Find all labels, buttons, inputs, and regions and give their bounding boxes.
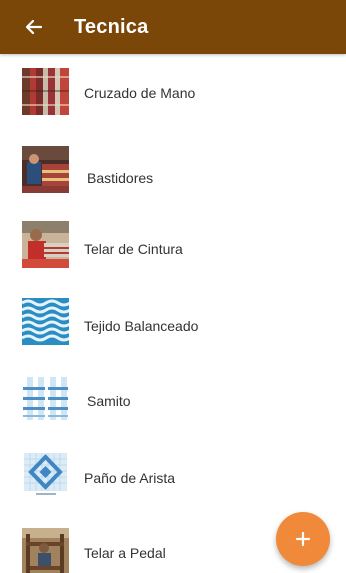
list-item-label: Cruzado de Mano [84,85,196,101]
list-item-label: Telar de Cintura [84,241,183,257]
thumbnail-telar-a-pedal [22,528,69,573]
thumbnail-cruzado-de-mano [22,68,69,115]
thumbnail-bastidores [22,146,69,193]
thumbnail-samito [22,375,69,422]
list-item-label: Telar a Pedal [84,545,166,561]
list-item-label: Bastidores [87,170,154,186]
app-bar: Tecnica [0,0,346,54]
back-button[interactable] [16,9,52,45]
list-item-bastidores[interactable]: Bastidores [0,146,346,216]
arrow-back-icon [25,19,43,35]
list-item-pano-de-arista[interactable]: Paño de Arista [0,451,346,521]
list-item-cruzado-de-mano[interactable]: Cruzado de Mano [0,68,346,138]
page-title: Tecnica [74,15,149,38]
list-item-label: Samito [87,393,131,409]
plus-icon [295,531,311,547]
thumbnail-tejido-balanceado [22,298,69,345]
list-item-tejido-balanceado[interactable]: Tejido Balanceado [0,298,346,368]
list-item-telar-de-cintura[interactable]: Telar de Cintura [0,221,346,291]
thumbnail-pano-de-arista [22,451,69,498]
app-screen: Tecnica Cruzado de Mano Bastidores Telar… [0,0,346,573]
list-item-samito[interactable]: Samito [0,375,346,445]
list-item-label: Tejido Balanceado [84,318,199,334]
list-item-label: Paño de Arista [84,470,176,486]
add-button[interactable] [276,512,330,566]
thumbnail-telar-de-cintura [22,221,69,268]
